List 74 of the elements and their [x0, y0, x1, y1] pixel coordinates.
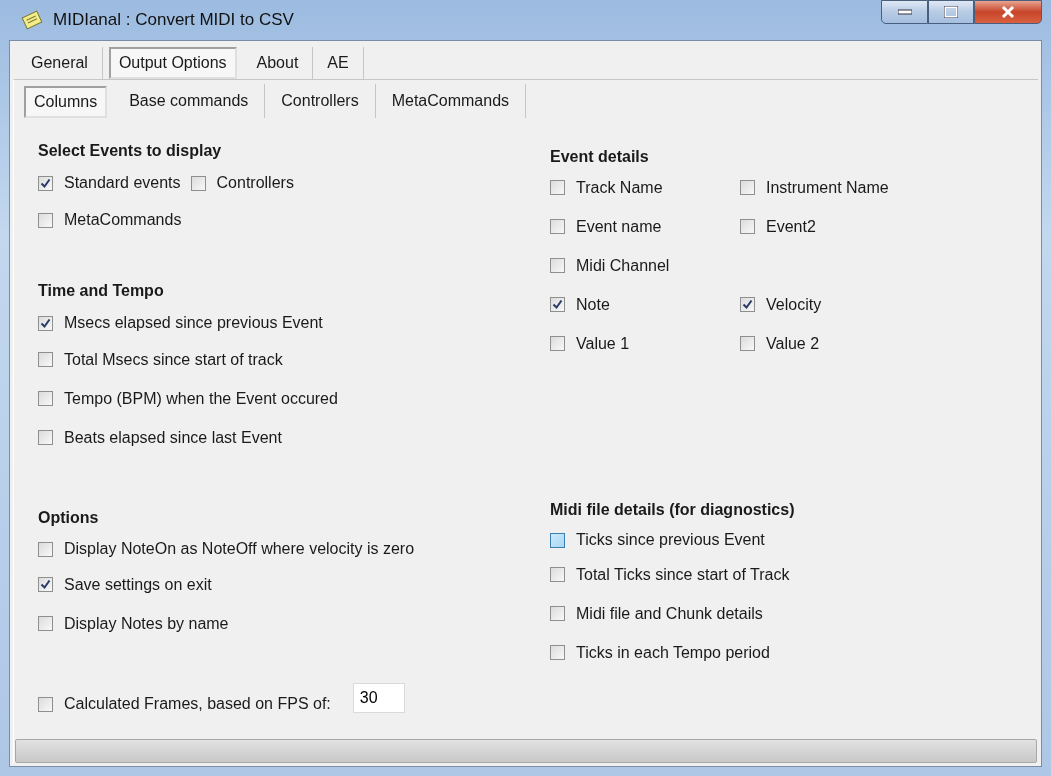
checkbox-label: Event name	[576, 217, 662, 236]
checkbox-label: Display Notes by name	[64, 614, 229, 633]
tab[interactable]: AE	[313, 47, 364, 79]
checkbox-label: Track Name	[576, 178, 663, 197]
checkbox-label: Value 2	[766, 334, 820, 353]
checkbox[interactable]	[190, 175, 206, 191]
checkbox[interactable]	[38, 212, 53, 228]
checkbox[interactable]	[550, 180, 565, 195]
section-heading: Options	[38, 509, 100, 527]
checkbox-label: Midi Channel	[576, 256, 670, 275]
tab[interactable]: Columns	[24, 86, 108, 118]
checkbox-label: Controllers	[216, 174, 294, 192]
checkbox-label: Beats elapsed since last Event	[64, 428, 282, 447]
checkbox-label: Calculated Frames, based on FPS of:	[64, 695, 331, 713]
maximize-button[interactable]	[928, 0, 974, 24]
minimize-button[interactable]	[881, 0, 928, 24]
close-icon	[1001, 6, 1015, 18]
tab[interactable]: Controllers	[265, 84, 376, 118]
checkbox-label: Event2	[766, 217, 816, 236]
maximize-icon	[944, 6, 958, 18]
check-icon	[40, 579, 51, 590]
tab[interactable]: About	[242, 47, 314, 79]
checkbox-label: Save settings on exit	[64, 575, 212, 594]
checkbox[interactable]	[38, 616, 53, 631]
checkbox[interactable]	[550, 532, 565, 548]
checkbox[interactable]	[740, 336, 755, 351]
checkbox-label: Msecs elapsed since previous Event	[64, 314, 323, 332]
checkbox-label: Standard events	[64, 174, 181, 192]
checkbox[interactable]	[550, 258, 565, 273]
checkbox[interactable]	[550, 336, 565, 351]
checkbox[interactable]	[38, 430, 53, 445]
window-title: MIDIanal : Convert MIDI to CSV	[53, 10, 295, 30]
checkbox[interactable]	[740, 219, 755, 234]
checkbox[interactable]	[550, 567, 565, 582]
checkbox-label: Note	[576, 295, 610, 314]
tab[interactable]: General	[17, 47, 103, 79]
close-button[interactable]	[974, 0, 1042, 24]
fps-field[interactable]: 30	[352, 683, 405, 713]
checkbox[interactable]	[38, 696, 53, 712]
section-heading: Time and Tempo	[38, 282, 165, 300]
checkbox-label: Midi file and Chunk details	[576, 604, 763, 623]
checkbox[interactable]	[740, 297, 755, 312]
checkbox-label: MetaCommands	[64, 211, 182, 229]
checkbox[interactable]	[550, 297, 565, 312]
minimize-icon	[897, 9, 912, 15]
tab[interactable]: Output Options	[108, 47, 237, 79]
checkbox-label: Ticks since previous Event	[576, 531, 765, 549]
checkbox[interactable]	[38, 541, 53, 557]
checkbox[interactable]	[740, 180, 755, 195]
checkbox-label: Velocity	[766, 295, 822, 314]
check-icon	[40, 177, 51, 189]
checkbox[interactable]	[38, 577, 53, 592]
check-icon	[40, 317, 51, 329]
checkbox[interactable]	[550, 645, 565, 660]
section-heading: Midi file details (for diagnostics)	[550, 501, 796, 519]
check-icon	[742, 299, 753, 310]
checkbox-label: Ticks in each Tempo period	[576, 643, 770, 662]
tab[interactable]: Base commands	[113, 84, 266, 118]
checkbox-label: Value 1	[576, 334, 630, 353]
checkbox[interactable]	[38, 175, 53, 191]
checkbox-label: Total Ticks since start of Track	[576, 565, 790, 584]
checkbox-label: Display NoteOn as NoteOff where velocity is zero	[64, 540, 415, 558]
checkbox[interactable]	[38, 315, 53, 331]
checkbox[interactable]	[550, 219, 565, 234]
check-icon	[552, 299, 563, 310]
checkbox-label: Instrument Name	[766, 178, 889, 197]
section-heading: Event details	[550, 148, 650, 166]
checkbox-label: Tempo (BPM) when the Event occured	[64, 389, 338, 408]
checkbox[interactable]	[38, 352, 53, 367]
checkbox-label: Total Msecs since start of track	[64, 350, 283, 369]
checkbox[interactable]	[550, 606, 565, 621]
checkbox[interactable]	[38, 391, 53, 406]
section-heading: Select Events to display	[38, 142, 223, 160]
tab[interactable]: MetaCommands	[375, 84, 527, 118]
